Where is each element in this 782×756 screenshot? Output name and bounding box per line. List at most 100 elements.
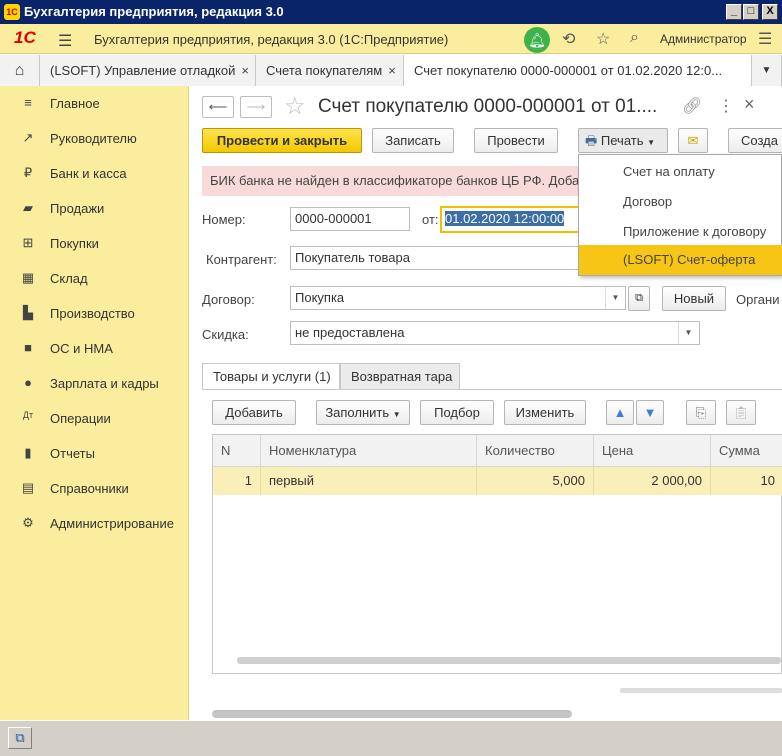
tab-divider xyxy=(202,389,782,390)
column-header-item[interactable]: Номенклатура xyxy=(261,435,477,467)
back-button[interactable]: ⟵ xyxy=(202,96,234,118)
cell-item[interactable]: первый xyxy=(261,467,477,495)
copy-icon[interactable]: ⎘ xyxy=(686,400,716,425)
bag-icon: ▰ xyxy=(23,200,33,215)
ruble-icon: ₽ xyxy=(23,165,33,180)
cell-sum[interactable]: 10 xyxy=(711,467,782,495)
sidebar-item-label: Администрирование xyxy=(50,516,174,531)
email-icon[interactable]: ✉ xyxy=(678,128,708,153)
counterparty-field[interactable]: Покупатель товара xyxy=(290,246,590,270)
tabs-dropdown-icon[interactable]: ▼ xyxy=(752,55,782,86)
sidebar-item-main[interactable]: ≡ Главное xyxy=(0,86,189,121)
date-label: от: xyxy=(422,212,439,227)
window-titlebar: 1С Бухгалтерия предприятия, редакция 3.0… xyxy=(0,0,782,24)
date-field[interactable]: 01.02.2020 12:00:00 xyxy=(440,206,590,233)
pick-button[interactable]: Подбор xyxy=(420,400,494,425)
tab-returnable-packaging[interactable]: Возвратная тара xyxy=(340,363,460,390)
discount-field[interactable]: не предоставлена xyxy=(290,321,700,345)
sidebar-item-catalogs[interactable]: ▤ Справочники xyxy=(0,471,189,506)
tab-goods-services[interactable]: Товары и услуги (1) xyxy=(202,363,340,390)
cell-price[interactable]: 2 000,00 xyxy=(594,467,711,495)
history-icon[interactable]: ⟲ xyxy=(562,29,575,49)
post-and-close-button[interactable]: Провести и закрыть xyxy=(202,128,362,153)
sidebar-item-purchases[interactable]: ⊞ Покупки xyxy=(0,226,189,261)
contract-label: Договор: xyxy=(202,292,255,307)
link-icon[interactable]: 🔗︎ xyxy=(682,96,702,116)
tab-invoice-document[interactable]: Счет покупателю 0000-000001 от 01.02.202… xyxy=(404,55,752,86)
star-icon[interactable]: ☆ xyxy=(596,29,610,49)
search-icon[interactable]: ⌕ xyxy=(630,29,639,47)
column-header-price[interactable]: Цена xyxy=(594,435,711,467)
cell-quantity[interactable]: 5,000 xyxy=(477,467,594,495)
sidebar-item-label: Руководителю xyxy=(50,131,137,146)
post-button[interactable]: Провести xyxy=(474,128,558,153)
open-tabs-bar: ⌂ (LSOFT) Управление отладкой × Счета пок… xyxy=(0,55,782,86)
fill-button[interactable]: Заполнить ▼ xyxy=(316,400,410,425)
trend-icon: ↗ xyxy=(22,130,34,145)
more-icon[interactable]: ⋮ xyxy=(718,96,734,116)
sidebar-item-sales[interactable]: ▰ Продажи xyxy=(0,191,189,226)
page-title: Счет покупателю 0000-000001 от 01.... xyxy=(318,96,658,117)
close-icon[interactable]: × xyxy=(744,94,755,115)
menu-item-invoice-offer[interactable]: (LSOFT) Счет-оферта xyxy=(579,245,782,275)
close-icon[interactable]: × xyxy=(241,63,249,78)
sidebar-item-operations[interactable]: Дт Операции xyxy=(0,401,189,436)
user-name[interactable]: Администратор xyxy=(660,32,747,46)
create-based-on-button[interactable]: Созда xyxy=(728,128,782,153)
new-contract-button[interactable]: Новый xyxy=(662,286,726,311)
resize-handle[interactable] xyxy=(620,688,782,693)
form-horizontal-scrollbar[interactable] xyxy=(212,710,572,718)
table-horizontal-scrollbar[interactable] xyxy=(237,657,781,664)
favorite-star-icon[interactable]: ☆ xyxy=(284,92,306,121)
home-icon[interactable]: ⌂ xyxy=(0,55,40,86)
sidebar-item-reports[interactable]: ▮ Отчеты xyxy=(0,436,189,471)
add-row-button[interactable]: Добавить xyxy=(212,400,296,425)
sidebar-item-label: Банк и касса xyxy=(50,166,127,181)
tab-invoices-list[interactable]: Счета покупателям × xyxy=(256,55,404,86)
menu-item-contract[interactable]: Договор xyxy=(579,187,782,217)
forward-button[interactable]: ⟶ xyxy=(240,96,272,118)
menu-item-contract-appendix[interactable]: Приложение к договору xyxy=(579,217,782,247)
open-contract-icon[interactable]: ⧉ xyxy=(628,286,650,311)
maximize-button[interactable]: □ xyxy=(743,4,759,20)
column-header-sum[interactable]: Сумма xyxy=(711,435,782,467)
tab-label: Счет покупателю 0000-000001 от 01.02.202… xyxy=(414,63,723,78)
number-field[interactable]: 0000-000001 xyxy=(290,207,410,231)
taskbar-app-icon[interactable]: ⧉ xyxy=(8,727,32,749)
sidebar-item-label: Склад xyxy=(50,271,88,286)
sidebar-item-label: ОС и НМА xyxy=(50,341,113,356)
warehouse-icon: ▦ xyxy=(21,270,35,285)
bell-icon[interactable]: 🔔︎ xyxy=(524,27,550,53)
edit-button[interactable]: Изменить xyxy=(504,400,586,425)
paste-icon[interactable]: 📋︎ xyxy=(726,400,756,425)
person-icon: ● xyxy=(24,375,32,390)
taskbar: ⧉ xyxy=(0,720,782,756)
tab-debug-management[interactable]: (LSOFT) Управление отладкой × xyxy=(40,55,256,86)
sidebar-item-production[interactable]: ▙ Производство xyxy=(0,296,189,331)
move-up-icon[interactable]: ▲ xyxy=(606,400,634,425)
sidebar-item-assets[interactable]: ■ ОС и НМА xyxy=(0,331,189,366)
sidebar-item-director[interactable]: ↗ Руководителю xyxy=(0,121,189,156)
print-button[interactable]: 🖶︎ Печать ▼ xyxy=(578,128,668,153)
sidebar-item-label: Зарплата и кадры xyxy=(50,376,159,391)
sidebar-item-label: Главное xyxy=(50,96,100,111)
save-button[interactable]: Записать xyxy=(372,128,454,153)
sidebar-item-bank[interactable]: ₽ Банк и касса xyxy=(0,156,189,191)
chevron-down-icon[interactable]: ▼ xyxy=(678,322,698,344)
main-menu-icon[interactable]: ☰ xyxy=(58,31,72,51)
contract-field[interactable]: Покупка xyxy=(290,286,626,310)
cell-n[interactable]: 1 xyxy=(213,467,261,495)
menu-item-invoice[interactable]: Счет на оплату xyxy=(579,157,782,187)
tab-label: (LSOFT) Управление отладкой xyxy=(50,63,236,78)
minimize-button[interactable]: _ xyxy=(726,4,742,20)
sidebar-item-admin[interactable]: ⚙ Администрирование xyxy=(0,506,189,541)
sidebar-item-warehouse[interactable]: ▦ Склад xyxy=(0,261,189,296)
close-window-button[interactable]: X xyxy=(762,4,778,20)
close-icon[interactable]: × xyxy=(388,63,396,78)
settings-menu-icon[interactable]: ☰ xyxy=(758,29,772,49)
column-header-n[interactable]: N xyxy=(213,435,261,467)
column-header-quantity[interactable]: Количество xyxy=(477,435,594,467)
sidebar-item-salary[interactable]: ● Зарплата и кадры xyxy=(0,366,189,401)
chevron-down-icon[interactable]: ▼ xyxy=(605,287,625,309)
move-down-icon[interactable]: ▼ xyxy=(636,400,664,425)
